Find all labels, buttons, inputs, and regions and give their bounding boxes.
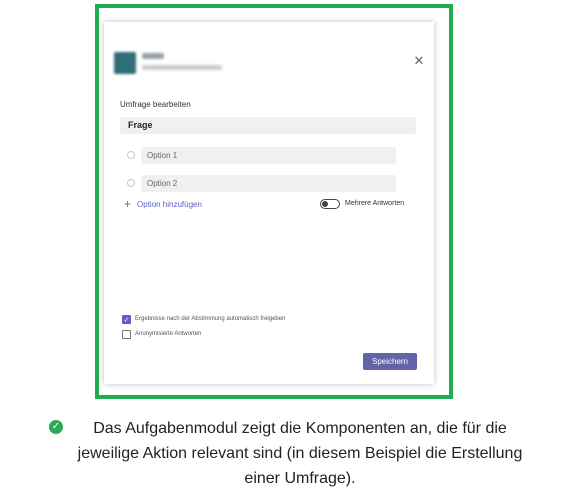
- app-icon: [114, 52, 136, 74]
- toggle-knob: [322, 201, 328, 207]
- add-option-button[interactable]: + Option hinzufügen: [124, 197, 202, 211]
- check-circle-icon: ✓: [49, 420, 63, 434]
- caption-text: Das Aufgabenmodul zeigt die Komponenten …: [77, 420, 523, 487]
- multi-answer-toggle[interactable]: [320, 199, 340, 209]
- auto-share-label: Ergebnisse nach der Abstimmung automatis…: [135, 316, 286, 322]
- option-1-radio: [127, 151, 135, 159]
- anonymous-label: Anonymisierte Antworten: [135, 331, 202, 337]
- question-field[interactable]: Frage: [120, 117, 416, 134]
- plus-icon: +: [124, 197, 132, 211]
- option-2-radio: [127, 179, 135, 187]
- save-button[interactable]: Speichern: [363, 353, 417, 370]
- multi-answer-label: Mehrere Antworten: [345, 200, 405, 207]
- auto-share-checkbox[interactable]: ✓: [122, 315, 131, 324]
- task-module-dialog: ✕ Umfrage bearbeiten Frage Option 1 Opti…: [104, 22, 434, 384]
- option-1-field[interactable]: Option 1: [141, 147, 396, 164]
- option-2-field[interactable]: Option 2: [141, 175, 396, 192]
- dialog-heading: Umfrage bearbeiten: [120, 100, 191, 109]
- app-subtitle-blurred: [142, 65, 222, 70]
- close-icon[interactable]: ✕: [412, 54, 426, 68]
- app-name-blurred: [142, 53, 164, 59]
- highlight-frame: ✕ Umfrage bearbeiten Frage Option 1 Opti…: [95, 4, 453, 399]
- add-option-label: Option hinzufügen: [137, 199, 202, 209]
- anonymous-checkbox[interactable]: [122, 330, 131, 339]
